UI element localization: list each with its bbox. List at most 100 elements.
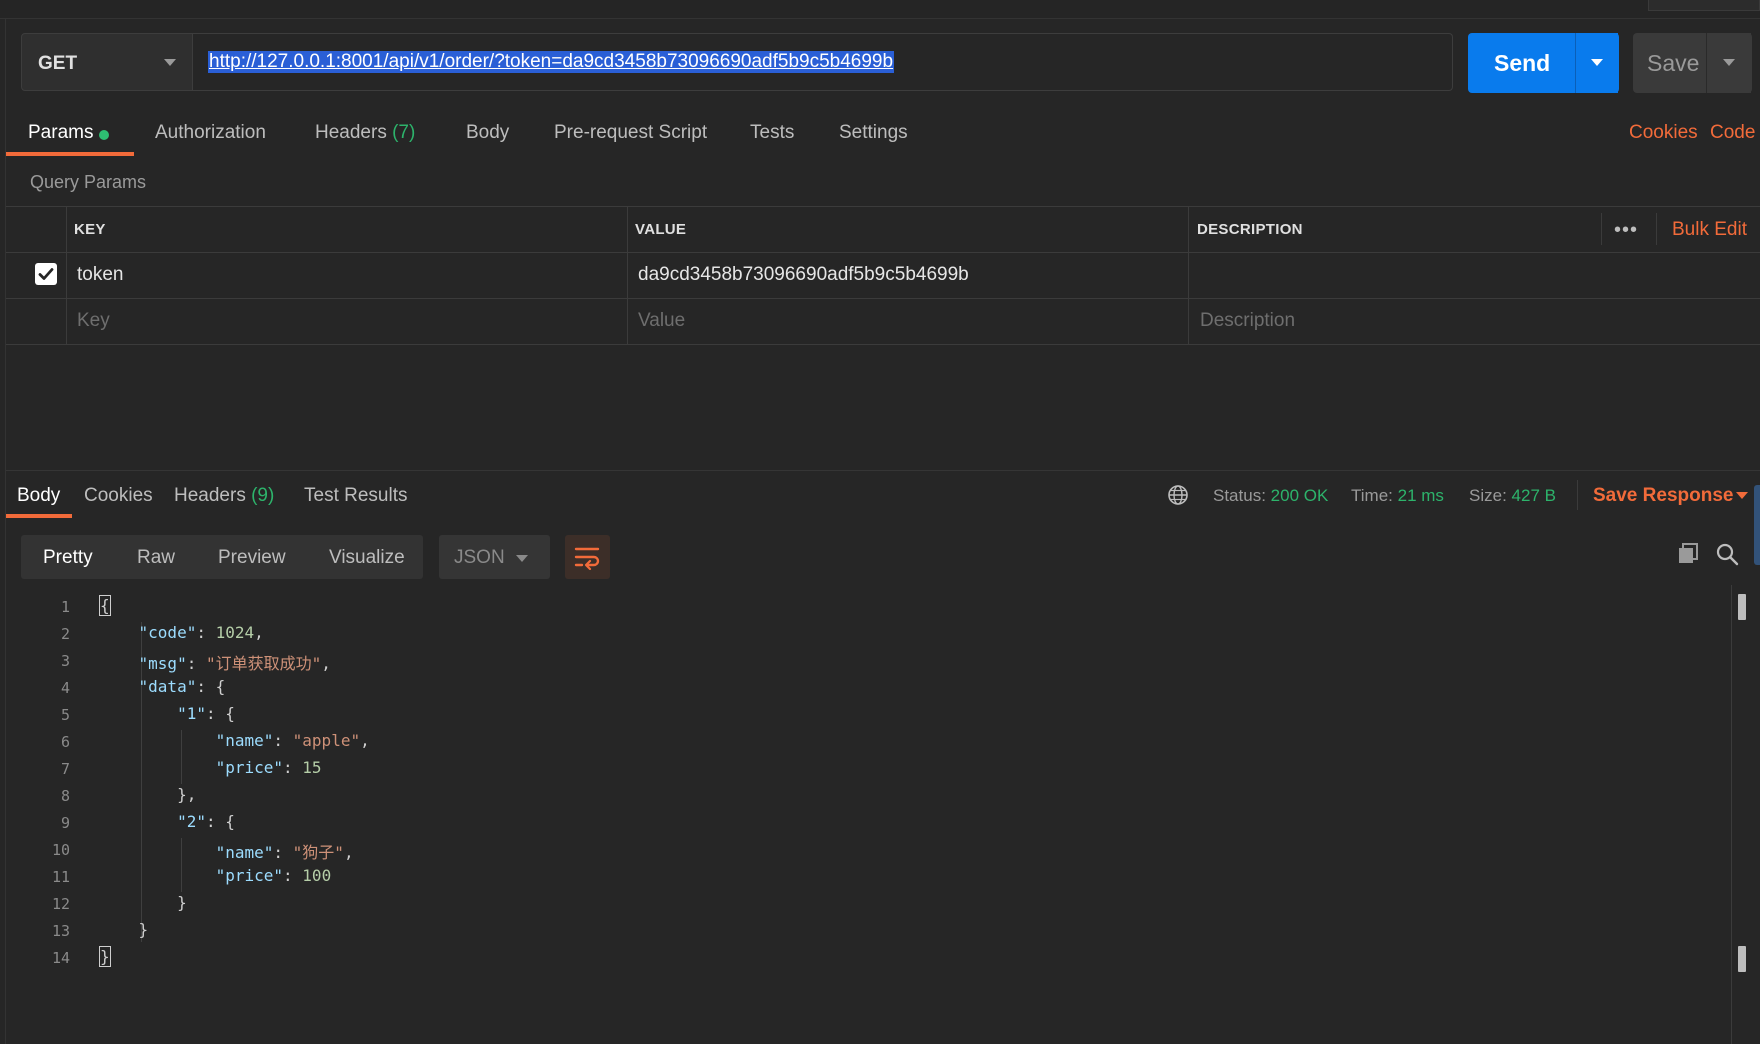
tab-headers[interactable]: Headers (7) (315, 122, 415, 144)
json-key: "code" (138, 623, 197, 642)
tab-body[interactable]: Body (466, 122, 509, 144)
line-number: 3 (60, 652, 70, 670)
json-key: "name" (215, 731, 274, 750)
query-params-title: Query Params (30, 172, 147, 192)
json-line: "msg": "订单获取成功", (138, 654, 331, 673)
table-bottom-border (6, 344, 1760, 345)
json-key: "data" (138, 677, 197, 696)
line-number: 14 (51, 949, 70, 967)
line-number: 12 (51, 895, 70, 913)
size-label: Size: (1469, 486, 1507, 505)
json-line: } (99, 946, 111, 967)
tab-tests[interactable]: Tests (750, 122, 794, 144)
table-tool-divider (1601, 213, 1602, 245)
table-col-divider (1188, 206, 1189, 344)
url-input[interactable]: http://127.0.0.1:8001/api/v1/order/?toke… (193, 33, 1453, 91)
chevron-down-icon (164, 59, 176, 66)
view-visualize-button[interactable]: Visualize (329, 547, 405, 569)
line-number: 6 (60, 733, 70, 751)
top-toolbar-strip (0, 0, 1760, 19)
column-header-description: DESCRIPTION (1197, 221, 1303, 238)
code-scrollbar-track[interactable] (1731, 585, 1732, 1044)
param-enabled-checkbox[interactable] (35, 263, 57, 285)
left-edge-divider (5, 18, 6, 1044)
json-line: "name": "狗子", (215, 843, 354, 862)
json-key: "name" (215, 843, 274, 862)
scrollbar-marker-top[interactable] (1738, 594, 1746, 620)
tab-authorization[interactable]: Authorization (155, 122, 266, 144)
line-number: 9 (60, 814, 70, 832)
code-link[interactable]: Code (1710, 122, 1755, 144)
chevron-down-icon (1723, 59, 1735, 66)
status-label: Status: (1213, 486, 1266, 505)
size-value: 427 B (1511, 486, 1556, 505)
line-number: 5 (60, 706, 70, 724)
time-label: Time: (1351, 486, 1393, 505)
right-edge-handle[interactable] (1754, 485, 1760, 565)
response-tab-body[interactable]: Body (17, 485, 60, 507)
view-mode-bar: Pretty Raw Preview Visualize (21, 535, 423, 579)
param-value-input[interactable]: da9cd3458b73096690adf5b9c5b4699b (638, 264, 969, 286)
send-button-label: Send (1494, 50, 1551, 76)
scrollbar-marker-bottom[interactable] (1738, 946, 1746, 972)
json-line: }, (100, 785, 197, 804)
save-options-button[interactable] (1706, 33, 1752, 93)
view-pretty-button[interactable]: Pretty (43, 547, 93, 569)
send-options-button[interactable] (1575, 33, 1619, 93)
response-tab-headers[interactable]: Headers (9) (174, 485, 274, 507)
json-line: { (99, 595, 111, 616)
line-number: 4 (60, 679, 70, 697)
status-readout: Status: 200 OK (1213, 486, 1328, 506)
chevron-down-icon (516, 555, 528, 562)
view-raw-button[interactable]: Raw (137, 547, 175, 569)
tab-headers-label: Headers (315, 122, 387, 143)
url-text[interactable]: http://127.0.0.1:8001/api/v1/order/?toke… (208, 51, 895, 73)
tab-params[interactable]: Params (28, 122, 93, 144)
wrap-lines-icon (574, 547, 600, 570)
new-value-input[interactable]: Value (638, 310, 685, 332)
chevron-down-icon (1591, 59, 1603, 66)
response-tab-test-results[interactable]: Test Results (304, 485, 407, 507)
tab-params-underline (6, 152, 134, 156)
json-key: "1" (177, 704, 206, 723)
json-string: "狗子" (292, 843, 344, 862)
new-description-input[interactable]: Description (1200, 310, 1295, 332)
globe-icon[interactable] (1167, 484, 1189, 511)
response-tab-cookies[interactable]: Cookies (84, 485, 153, 507)
json-line: "name": "apple", (215, 731, 370, 750)
json-line: "code": 1024, (138, 623, 264, 642)
copy-icon[interactable] (1676, 542, 1700, 571)
line-number: 2 (60, 625, 70, 643)
params-active-dot (99, 130, 109, 140)
line-number: 7 (60, 760, 70, 778)
format-select[interactable]: JSON (439, 535, 550, 579)
bulk-edit-button[interactable]: Bulk Edit (1672, 219, 1747, 241)
chevron-down-icon[interactable] (1736, 492, 1748, 499)
response-headers-label: Headers (174, 485, 246, 506)
tab-settings[interactable]: Settings (839, 122, 908, 144)
column-header-key: KEY (74, 221, 106, 238)
new-key-input[interactable]: Key (77, 310, 110, 332)
table-row-border (6, 298, 1760, 299)
save-response-button[interactable]: Save Response (1593, 485, 1733, 507)
json-brace: } (99, 946, 111, 967)
cookies-link[interactable]: Cookies (1629, 122, 1698, 144)
search-icon[interactable] (1715, 542, 1739, 571)
line-number: 8 (60, 787, 70, 805)
tab-pre-request-script[interactable]: Pre-request Script (554, 122, 707, 144)
top-right-button[interactable] (1648, 0, 1760, 11)
check-icon (38, 268, 54, 280)
wrap-lines-button[interactable] (565, 535, 610, 579)
json-string: "订单获取成功" (205, 654, 322, 673)
request-response-divider[interactable] (6, 470, 1760, 471)
column-header-value: VALUE (635, 221, 687, 238)
time-readout: Time: 21 ms (1351, 486, 1444, 506)
size-readout: Size: 427 B (1469, 486, 1556, 506)
more-options-icon[interactable]: ••• (1614, 219, 1638, 242)
tab-headers-count: (7) (392, 122, 416, 143)
view-preview-button[interactable]: Preview (218, 547, 286, 569)
meta-divider (1577, 480, 1578, 510)
param-key-input[interactable]: token (77, 264, 123, 286)
method-select[interactable]: GET (21, 33, 193, 91)
json-number: 100 (302, 866, 332, 885)
